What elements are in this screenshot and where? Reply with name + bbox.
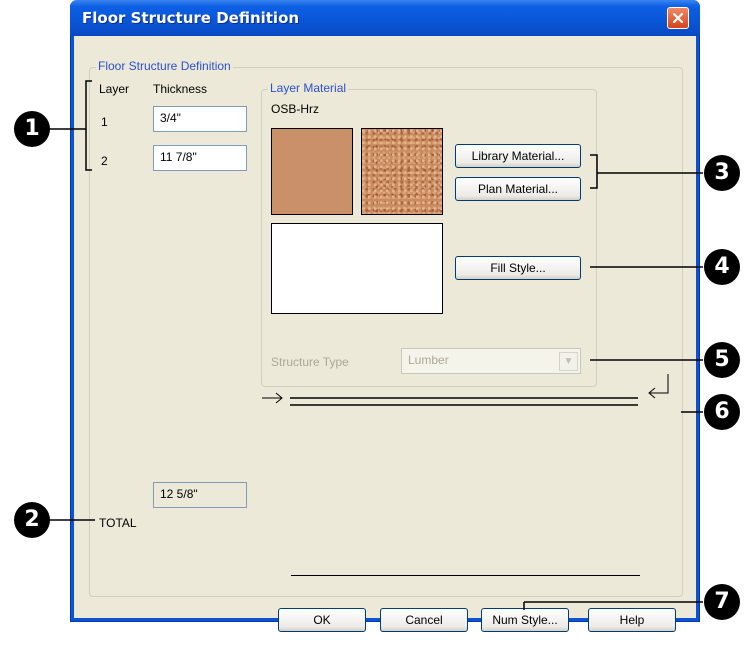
callout-2: 2 (14, 502, 50, 538)
callout-3: 3 (704, 155, 740, 191)
callout-6: 6 (704, 394, 740, 430)
callout-4: 4 (704, 249, 740, 285)
callout-7: 7 (704, 584, 740, 620)
callout-1: 1 (14, 111, 50, 147)
callout-leaders (48, 80, 703, 610)
callout-5: 5 (704, 342, 740, 378)
